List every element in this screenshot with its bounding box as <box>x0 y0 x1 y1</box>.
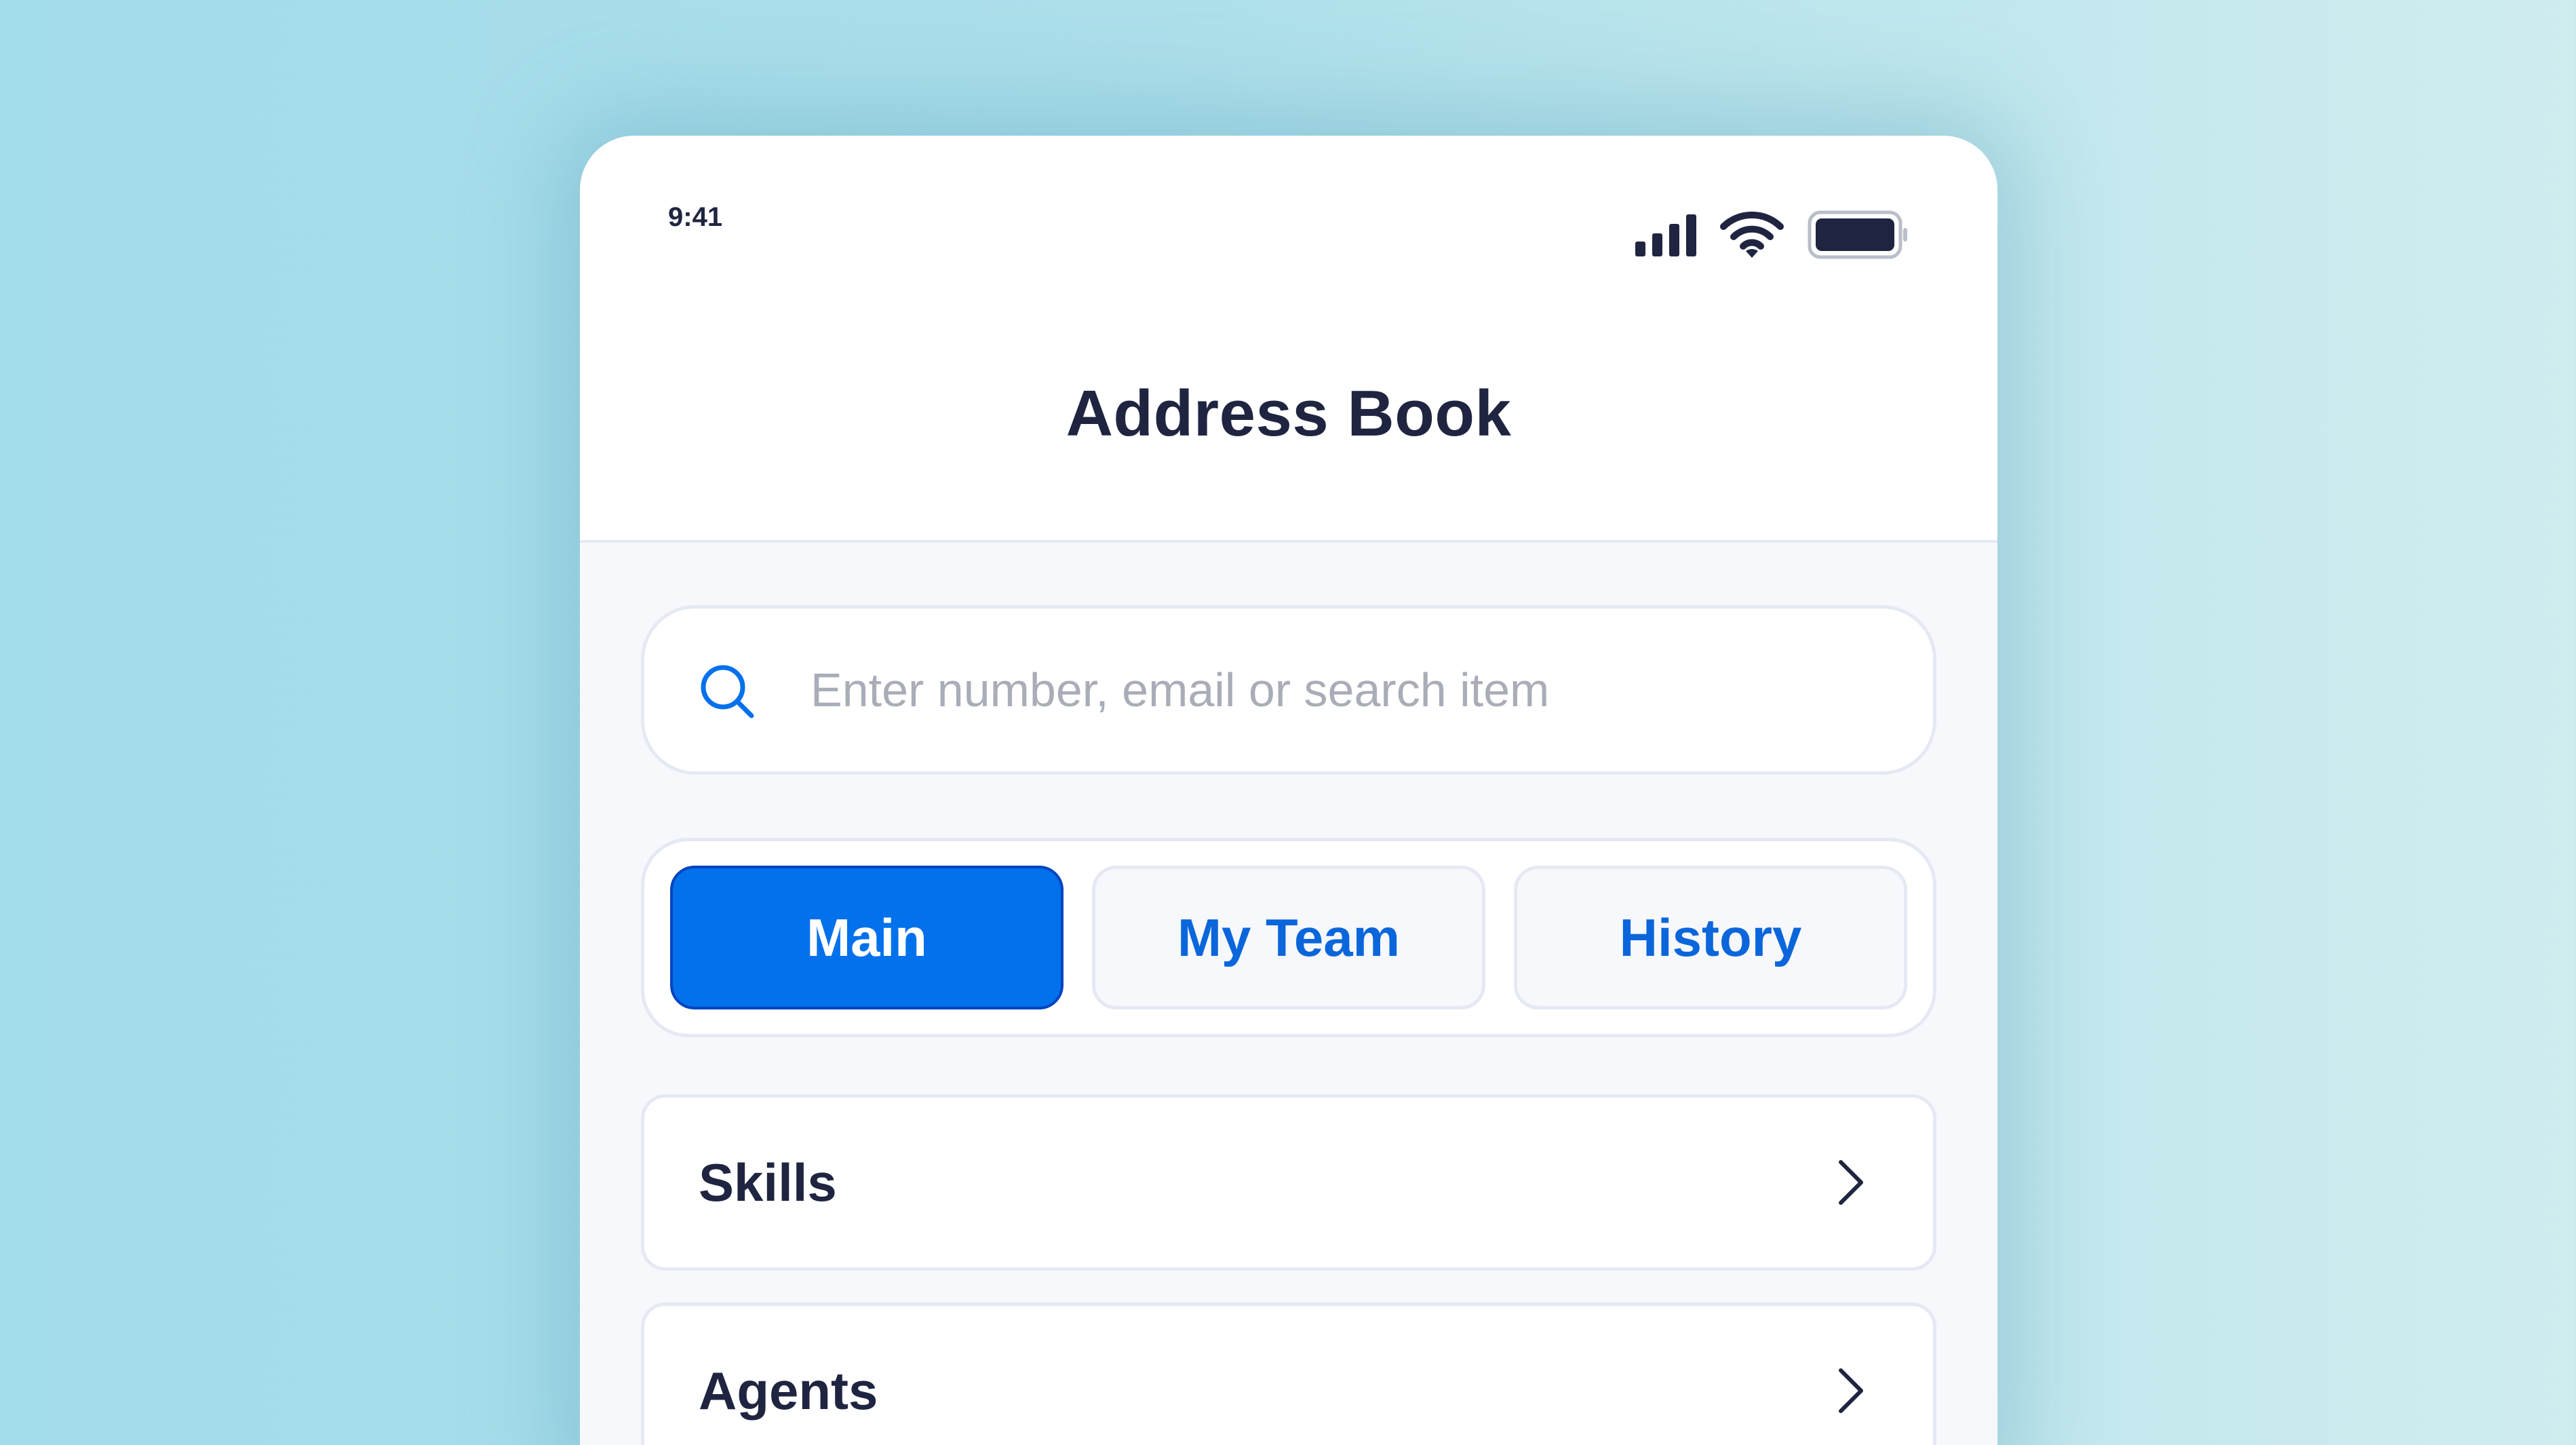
status-icons <box>1635 210 1909 259</box>
tab-main[interactable]: Main <box>670 866 1063 1009</box>
header-area: 9:41 Address Book <box>580 136 1997 543</box>
list-item-agents[interactable]: Agents <box>641 1303 1936 1445</box>
tab-history[interactable]: History <box>1514 866 1907 1009</box>
list-item-label: Skills <box>699 1152 837 1212</box>
search-input[interactable] <box>811 642 1882 737</box>
phone-screen: 9:41 Address Book Enter number, email or… <box>580 136 1997 1445</box>
cellular-signal-icon <box>1635 213 1696 256</box>
page-title: Address Book <box>1066 377 1512 450</box>
list-item-skills[interactable]: Skills <box>641 1094 1936 1271</box>
chevron-right-icon <box>1839 1160 1863 1205</box>
tab-my-team[interactable]: My Team <box>1092 866 1485 1009</box>
segmented-tabs: Main My Team History <box>641 838 1936 1037</box>
search-icon <box>701 665 754 718</box>
battery-icon <box>1808 210 1909 259</box>
search-bar[interactable] <box>641 605 1936 775</box>
chevron-right-icon <box>1839 1368 1863 1413</box>
list-item-label: Agents <box>699 1360 878 1421</box>
status-time: 9:41 <box>668 202 723 232</box>
wifi-icon <box>1719 210 1784 259</box>
